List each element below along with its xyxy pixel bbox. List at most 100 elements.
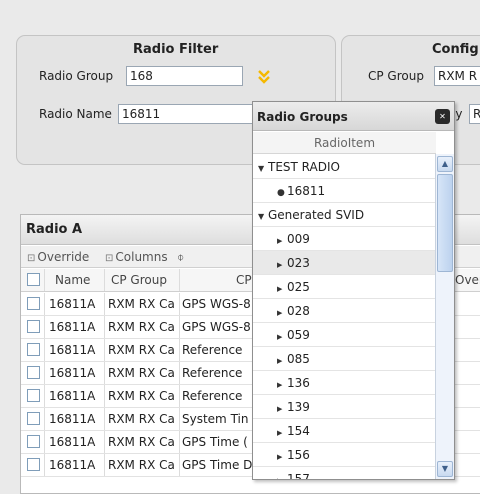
tree-item-label: 023 [287,256,310,270]
tree-item[interactable]: ▶157 [253,467,436,479]
tree-group-label: TEST RADIO [268,160,340,174]
tree-item-label: 156 [287,448,310,462]
tree-item[interactable]: ▶ 059 [253,323,436,347]
row-select-cell [21,362,45,384]
collapsed-triangle-icon[interactable]: ▶ [277,285,287,293]
tree-item-label: 025 [287,280,310,294]
tree-item-label: 136 [287,376,310,390]
row-checkbox[interactable] [27,366,40,379]
tree-item[interactable]: ▶ 085 [253,347,436,371]
row-select-cell [21,431,45,453]
dropdown-scrollbar[interactable]: ▲ ▼ [435,154,454,479]
row-checkbox[interactable] [27,458,40,471]
name-cell: 16811A [45,316,105,338]
row-select-cell [21,385,45,407]
override-icon: ⊡ [27,253,36,264]
radio-name-input[interactable]: 16811 [118,104,258,124]
expand-chevron-icon[interactable] [256,68,272,84]
tree-group-node[interactable]: ▼ TEST RADIO [253,155,436,179]
tree-item[interactable]: ▶ 136 [253,371,436,395]
scroll-down-icon[interactable]: ▼ [437,461,453,477]
name-cell: 16811A [45,431,105,453]
cp-group-input[interactable]: RXM R [434,66,480,86]
row-checkbox[interactable] [27,389,40,402]
override-button[interactable]: ⊡ Override [27,250,89,264]
collapsed-triangle-icon[interactable]: ▶ [277,429,287,437]
tree-item-label: 028 [287,304,310,318]
override-label: Override [37,250,90,264]
name-cell: 16811A [45,385,105,407]
row-checkbox[interactable] [27,343,40,356]
radio-group-label: Radio Group [39,69,114,83]
cp-group-cell: RXM RX Ca [105,454,180,476]
tree-item-label: 009 [287,232,310,246]
expanded-triangle-icon[interactable]: ▼ [258,212,268,221]
tree-item[interactable]: ▶ 028 [253,299,436,323]
columns-icon: ⊡ [105,253,114,264]
collapsed-triangle-icon[interactable]: ▶ [277,357,287,365]
row-checkbox[interactable] [27,435,40,448]
name-cell: 16811A [45,339,105,361]
only-input[interactable]: RX [469,104,480,124]
tree-item[interactable]: ▶ 154 [253,419,436,443]
tree-item[interactable]: ▶ 025 [253,275,436,299]
expanded-triangle-icon[interactable]: ▼ [258,164,268,173]
row-select-cell [21,408,45,430]
tree-item[interactable]: ▶ 156 [253,443,436,467]
dropdown-title: Radio Groups [257,110,348,124]
grid-title: Radio A [26,222,83,237]
tree-item-label: 154 [287,424,310,438]
cp-group-cell: RXM RX Ca [105,362,180,384]
radio-name-label: Radio Name [39,107,112,121]
row-select-cell [21,454,45,476]
col-name-header[interactable]: Name [45,269,105,291]
collapsed-triangle-icon[interactable]: ▶ [277,309,287,317]
tree-item[interactable]: ▶ 009 [253,227,436,251]
name-cell: 16811A [45,454,105,476]
radio-group-input[interactable]: 168 [126,66,243,86]
tree-item-label: 139 [287,400,310,414]
cp-group-cell: RXM RX Ca [105,293,180,315]
tree-group-node[interactable]: ▼ Generated SVID [253,203,436,227]
tree-item-label: 16811 [287,184,326,198]
col-cp-group-header[interactable]: CP Group [105,269,180,291]
tree-item[interactable]: ▶ 139 [253,395,436,419]
row-select-cell [21,339,45,361]
config-title: Config [432,42,479,57]
select-all-cell [21,269,45,291]
collapsed-triangle-icon[interactable]: ▶ [277,261,287,269]
radio-dot-icon: ● [277,188,285,198]
dropdown-header: Radio Groups ✕ [253,102,454,131]
scroll-thumb[interactable] [437,174,453,272]
cp-group-cell: RXM RX Ca [105,431,180,453]
tree-item-label: 059 [287,328,310,342]
row-checkbox[interactable] [27,297,40,310]
dropdown-list: ▼ TEST RADIO ● 16811 ▼ Generated SVID ▶ 009 ▶ 023… [253,155,436,479]
col-override-header[interactable]: Over [451,269,480,291]
row-select-cell [21,293,45,315]
collapsed-triangle-icon[interactable]: ▶ [277,453,287,461]
collapsed-triangle-icon[interactable]: ▶ [277,381,287,389]
cp-group-cell: RXM RX Ca [105,339,180,361]
tree-group-label: Generated SVID [268,208,365,222]
refresh-icon[interactable]: ⌽ [177,250,184,265]
cp-group-cell: RXM RX Ca [105,408,180,430]
row-checkbox[interactable] [27,412,40,425]
row-select-cell [21,316,45,338]
row-checkbox[interactable] [27,320,40,333]
collapsed-triangle-icon[interactable]: ▶ [277,405,287,413]
columns-label: Columns [115,250,168,264]
tree-item[interactable]: ▶ 023 [253,251,436,275]
name-cell: 16811A [45,408,105,430]
select-all-checkbox[interactable] [27,273,40,286]
radio-groups-dropdown: Radio Groups ✕ RadioItem ▼ TEST RADIO ● 168… [252,101,455,480]
scroll-up-icon[interactable]: ▲ [437,156,453,172]
cp-group-cell: RXM RX Ca [105,385,180,407]
tree-item[interactable]: ● 16811 [253,179,436,203]
close-icon[interactable]: ✕ [435,109,450,124]
collapsed-triangle-icon[interactable]: ▶ [277,333,287,341]
columns-button[interactable]: ⊡ Columns [105,250,168,264]
name-cell: 16811A [45,362,105,384]
collapsed-triangle-icon[interactable]: ▶ [277,237,287,245]
name-cell: 16811A [45,293,105,315]
